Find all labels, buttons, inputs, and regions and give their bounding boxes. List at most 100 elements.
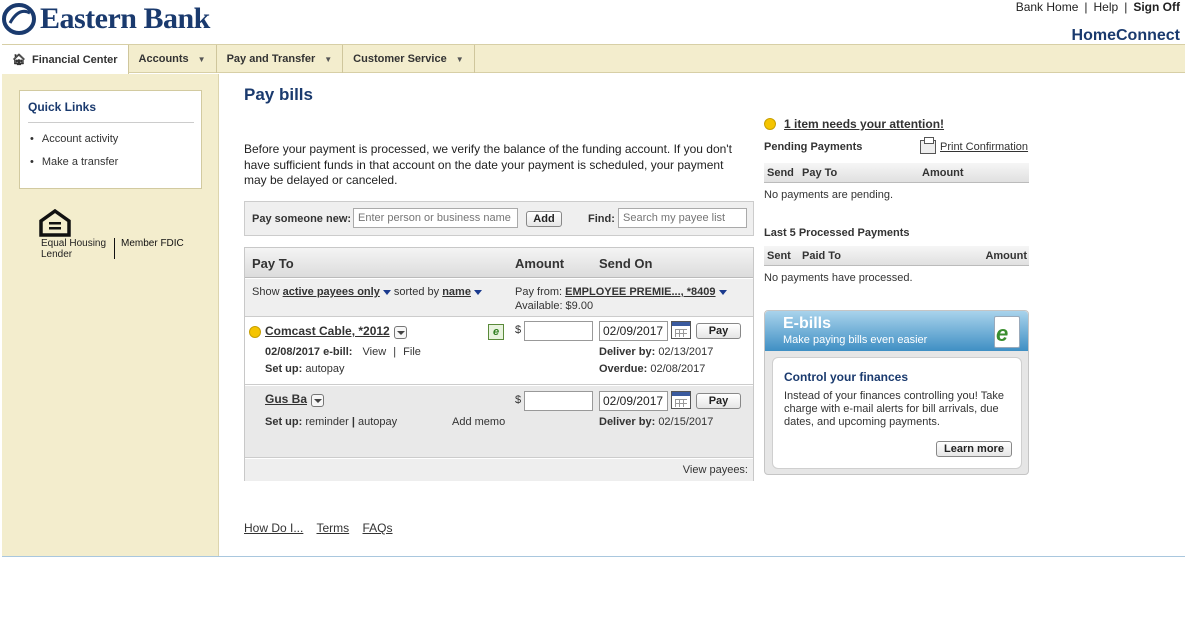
- ehl-line2: Lender: [41, 249, 73, 260]
- equal-housing-lender: Equal Housing Lender: [41, 238, 106, 260]
- left-sidebar: Quick Links Account activity Make a tran…: [2, 74, 219, 557]
- sort-dropdown[interactable]: name: [442, 286, 471, 298]
- nav-financial-center[interactable]: 🏠︎ Financial Center: [2, 45, 129, 75]
- brand-name: Eastern Bank: [40, 2, 210, 35]
- available-balance: Available: $9.00: [515, 300, 594, 312]
- deliver-by-info: Deliver by: 02/15/2017: [599, 416, 713, 428]
- processed-payments-table: Sent Paid To Amount No payments have pro…: [764, 246, 1029, 284]
- caret-down-icon: [718, 289, 727, 295]
- nav-customer-service[interactable]: Customer Service ▼: [343, 45, 475, 73]
- deliver-by-label: Deliver by:: [599, 416, 656, 428]
- calendar-icon[interactable]: [671, 321, 691, 339]
- add-memo-link[interactable]: Add memo: [452, 416, 505, 428]
- dollar-sign: $: [515, 394, 522, 406]
- send-on-date-input[interactable]: 02/09/2017: [599, 391, 668, 411]
- ebills-promo: E-bills Make paying bills even easier e …: [764, 310, 1029, 475]
- quick-links-list: Account activity Make a transfer: [30, 133, 201, 168]
- pending-header: Send Pay To Amount: [764, 163, 1029, 183]
- amount-input[interactable]: [524, 321, 593, 341]
- separator: |: [1084, 0, 1088, 14]
- caret-down-icon: ▼: [324, 54, 333, 64]
- payee-cell: Gus Ba: [265, 392, 325, 407]
- processed-header: Sent Paid To Amount: [764, 246, 1029, 266]
- table-row: Comcast Cable, *2012 e $ 02/09/2017 Pay …: [245, 318, 753, 385]
- ebills-heading: Control your finances: [784, 370, 909, 384]
- attention-link[interactable]: 1 item needs your attention!: [784, 117, 944, 131]
- eastern-bank-logo[interactable]: Eastern Bank: [2, 2, 210, 36]
- find-label: Find:: [588, 213, 615, 225]
- payees-table: Pay To Amount Send On Show active payees…: [244, 247, 754, 481]
- pay-from-dropdown[interactable]: EMPLOYEE PREMIE..., *8409: [565, 286, 715, 298]
- header-amount: Amount: [515, 256, 565, 271]
- amount-input[interactable]: [524, 391, 593, 411]
- processed-payments-title: Last 5 Processed Payments: [764, 227, 910, 239]
- setup-autopay-link[interactable]: autopay: [358, 416, 397, 428]
- payee-name-input[interactable]: [353, 208, 518, 228]
- ebills-content: Control your finances Instead of your fi…: [772, 357, 1022, 469]
- view-payees-label[interactable]: View payees:: [683, 464, 748, 476]
- add-payee-button[interactable]: Add: [526, 211, 562, 227]
- bank-home-link[interactable]: Bank Home: [1016, 0, 1079, 14]
- ebill-icon[interactable]: e: [488, 324, 504, 340]
- col-amount: Amount: [985, 250, 1027, 262]
- processed-payments-section: Last 5 Processed Payments: [764, 227, 1029, 239]
- col-sent: Sent: [767, 250, 791, 262]
- setup-label: Set up:: [265, 363, 303, 375]
- member-fdic: Member FDIC: [114, 238, 184, 259]
- header-pay-to: Pay To: [252, 256, 294, 271]
- quick-link-account-activity[interactable]: Account activity: [30, 133, 201, 145]
- table-filter-bar: Show active payees only sorted by name P…: [245, 279, 753, 317]
- nav-label: Financial Center: [31, 53, 118, 66]
- col-paid-to: Paid To: [802, 250, 841, 262]
- nav-label: Pay and Transfer: [226, 53, 316, 65]
- deliver-by-date: 02/13/2017: [658, 346, 714, 358]
- payee-link-gus-ba[interactable]: Gus Ba: [265, 392, 307, 406]
- dollar-sign: $: [515, 324, 522, 336]
- how-do-i-link[interactable]: How Do I...: [244, 521, 303, 535]
- payee-menu-dropdown-icon[interactable]: [311, 393, 325, 407]
- setup-reminder-link[interactable]: reminder: [305, 416, 348, 428]
- setup-info: Set up: reminder | autopay: [265, 416, 397, 428]
- caret-down-icon: [473, 289, 482, 295]
- col-amount: Amount: [922, 167, 964, 179]
- nav-label: Customer Service: [353, 53, 447, 65]
- quick-link-make-transfer[interactable]: Make a transfer: [30, 156, 201, 168]
- col-send: Send: [767, 167, 794, 179]
- ebill-info: 02/08/2017 e-bill: View | File: [265, 346, 421, 358]
- search-payee-input[interactable]: [618, 208, 747, 228]
- ebill-date: 02/08/2017 e-bill:: [265, 346, 353, 358]
- print-confirmation[interactable]: Print Confirmation: [920, 137, 1028, 154]
- faqs-link[interactable]: FAQs: [363, 521, 393, 535]
- col-pay-to: Pay To: [802, 167, 838, 179]
- calendar-icon[interactable]: [671, 391, 691, 409]
- learn-more-button[interactable]: Learn more: [936, 441, 1012, 457]
- terms-link[interactable]: Terms: [316, 521, 349, 535]
- pay-button[interactable]: Pay: [696, 323, 741, 339]
- send-on-date-input[interactable]: 02/09/2017: [599, 321, 668, 341]
- deliver-by-label: Deliver by:: [599, 346, 656, 358]
- help-link[interactable]: Help: [1094, 0, 1119, 14]
- main-nav: 🏠︎ Financial Center Accounts ▼ Pay and Tr…: [2, 44, 1185, 75]
- nav-pay-and-transfer[interactable]: Pay and Transfer ▼: [217, 45, 344, 73]
- deliver-by-info: Deliver by: 02/13/2017: [599, 346, 713, 358]
- nav-accounts[interactable]: Accounts ▼: [129, 45, 217, 73]
- eastern-bank-logo-icon: [2, 3, 36, 35]
- payee-cell: Comcast Cable, *2012: [265, 324, 407, 339]
- pay-button[interactable]: Pay: [696, 393, 741, 409]
- intro-text: Before your payment is processed, we ver…: [244, 142, 732, 187]
- printer-icon: [920, 137, 936, 154]
- print-confirmation-link[interactable]: Print Confirmation: [940, 141, 1028, 153]
- setup-autopay-link[interactable]: autopay: [305, 363, 344, 375]
- homeconnect-label: HomeConnect: [1071, 27, 1180, 44]
- caret-down-icon: ▼: [197, 54, 206, 64]
- payee-link-comcast[interactable]: Comcast Cable, *2012: [265, 324, 390, 338]
- ebill-icon: e: [994, 316, 1020, 348]
- view-ebill-link[interactable]: View: [363, 346, 387, 358]
- filter-dropdown[interactable]: active payees only: [283, 286, 380, 298]
- deliver-by-date: 02/15/2017: [658, 416, 714, 428]
- payee-menu-dropdown-icon[interactable]: [393, 325, 407, 339]
- sign-off-link[interactable]: Sign Off: [1133, 0, 1180, 14]
- filter-controls: Show active payees only sorted by name: [252, 286, 482, 298]
- file-ebill-link[interactable]: File: [403, 346, 421, 358]
- table-row: Gus Ba $ 02/09/2017 Pay Set up: reminder…: [245, 386, 753, 458]
